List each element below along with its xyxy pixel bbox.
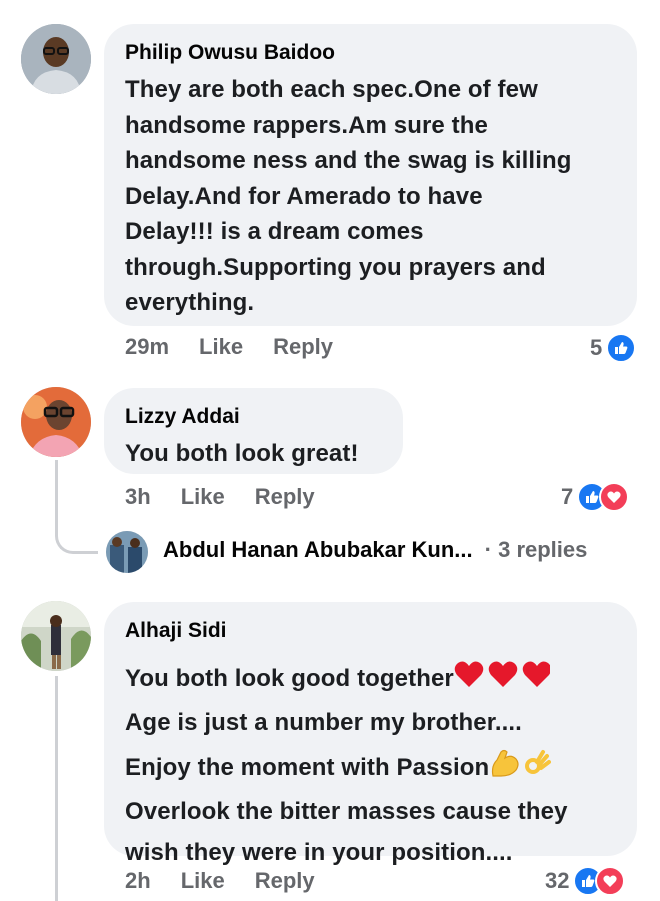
timestamp[interactable]: 29m xyxy=(125,334,169,360)
reply-author: Abdul Hanan Abubakar Kun... xyxy=(163,537,473,562)
reply-count: · 3 replies xyxy=(484,537,588,562)
comment-actions: 2h Like Reply xyxy=(125,868,315,894)
red-heart-icon xyxy=(454,659,552,702)
view-replies-link[interactable]: Abdul Hanan Abubakar Kun... · 3 replies xyxy=(163,537,587,563)
comment-author[interactable]: Lizzy Addai xyxy=(125,404,383,430)
like-icon xyxy=(606,333,637,363)
comment-bubble: Alhaji Sidi You both look good together … xyxy=(104,602,637,866)
reaction-summary[interactable]: 32 xyxy=(545,866,626,896)
comment-author[interactable]: Philip Owusu Baidoo xyxy=(125,40,617,66)
like-button[interactable]: Like xyxy=(199,334,243,360)
comment-actions: 3h Like Reply xyxy=(125,484,315,510)
reply-button[interactable]: Reply xyxy=(255,868,315,894)
reaction-summary[interactable]: 7 xyxy=(561,482,630,512)
reaction-count: 32 xyxy=(545,868,570,893)
comment-text: You both look good together Age is just … xyxy=(125,658,617,873)
avatar[interactable] xyxy=(21,387,91,457)
like-button[interactable]: Like xyxy=(181,868,225,894)
thread-line xyxy=(55,676,58,901)
avatar[interactable] xyxy=(21,24,91,94)
reaction-count: 7 xyxy=(561,484,574,509)
comment-text: They are both each spec.One of few hands… xyxy=(125,76,572,316)
love-icon xyxy=(599,482,630,512)
love-icon xyxy=(595,866,626,896)
reaction-count: 5 xyxy=(590,335,603,360)
comment-bubble: Lizzy Addai You both look great! xyxy=(104,388,403,474)
comment-text: You both look great! xyxy=(125,440,359,467)
comment-author[interactable]: Alhaji Sidi xyxy=(125,618,617,644)
reaction-summary[interactable]: 5 xyxy=(590,333,637,363)
reply-button[interactable]: Reply xyxy=(273,334,333,360)
ok-hand-icon xyxy=(521,748,552,791)
avatar[interactable] xyxy=(21,601,91,671)
flexed-biceps-icon xyxy=(489,748,521,791)
like-button[interactable]: Like xyxy=(181,484,225,510)
timestamp[interactable]: 2h xyxy=(125,868,151,894)
reply-button[interactable]: Reply xyxy=(255,484,315,510)
comment-actions: 29m Like Reply xyxy=(125,334,333,360)
timestamp[interactable]: 3h xyxy=(125,484,151,510)
comment-bubble: Philip Owusu Baidoo They are both each s… xyxy=(104,24,637,326)
reply-avatar[interactable] xyxy=(106,531,148,573)
thread-connector xyxy=(55,505,98,554)
